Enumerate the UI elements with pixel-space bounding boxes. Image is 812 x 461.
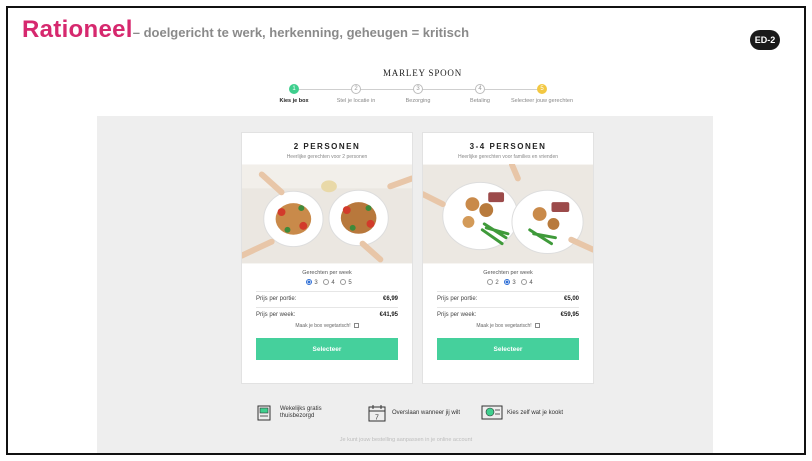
price-per-portion-row: Prijs per portie: €6,99 [256, 296, 398, 302]
slide-title-strong: Rationeel [22, 16, 133, 43]
recipe-card-icon [481, 405, 503, 420]
price-per-portion-value: €6,99 [382, 296, 398, 302]
step-dot: 4 [475, 84, 485, 94]
divider [256, 307, 398, 308]
price-per-week-row: Prijs per week: €59,95 [437, 312, 579, 318]
feature-text-line: Wekelijks gratis [280, 406, 322, 412]
price-per-portion-label: Prijs per portie: [437, 296, 478, 302]
step-bezorging[interactable]: 3 Bezorging [386, 84, 450, 105]
radio-option[interactable] [340, 279, 347, 285]
account-footnote: Je kunt jouw bestelling aanpassen in je … [339, 437, 473, 443]
divider [437, 307, 579, 308]
price-per-week-value: €59,95 [560, 312, 579, 318]
price-per-week-label: Prijs per week: [256, 312, 296, 318]
radio-option[interactable] [521, 279, 528, 285]
slide-title-rest: – doelgericht te werk, herkenning, geheu… [132, 25, 470, 40]
feature-delivery: Wekelijks gratis thuisbezorgd [254, 404, 322, 422]
select-button[interactable]: Selecteer [256, 338, 398, 360]
card-subtitle: Heerlijke gerechten voor 2 personen [286, 154, 368, 160]
radio-option[interactable] [504, 279, 511, 285]
vegetarian-label: Maak je box vegetarisch! [476, 323, 532, 329]
checkout-stepper: 1 Kies je box 2 Stel je locatie in 3 Bez… [262, 84, 574, 114]
radio-option-label: 3 [512, 280, 516, 286]
feature-text: Kies zelf wat je kookt [507, 409, 564, 416]
vegetarian-option: Maak je box vegetarisch! [423, 323, 593, 329]
plan-card-3-4-personen: 3-4 PERSONEN Heerlijke gerechten voor fa… [422, 132, 594, 384]
step-dot: 5 [537, 84, 547, 94]
calendar-icon: 7 [368, 405, 386, 422]
brand-logo: MARLEY SPOON [383, 68, 463, 78]
radio-option[interactable] [306, 279, 313, 285]
step-locatie[interactable]: 2 Stel je locatie in [324, 84, 388, 105]
price-per-portion-label: Prijs per portie: [256, 296, 297, 302]
meals-per-week-label: Gerechten per week [302, 270, 352, 276]
feature-choose: Kies zelf wat je kookt [481, 404, 563, 422]
radio-option-label: 4 [529, 280, 533, 286]
feature-skip: 7 Overslaan wanneer jij wilt [366, 404, 460, 422]
step-label: Betaling [470, 98, 490, 104]
meal-photo [423, 164, 593, 264]
step-label: Selecteer jouw gerechten [510, 98, 574, 104]
feature-text-line: thuisbezorgd [280, 413, 315, 419]
meals-per-week-options: 2 3 4 [423, 279, 593, 286]
delivery-box-icon [257, 405, 271, 421]
radio-option-label: 4 [331, 280, 335, 286]
step-kies-je-box[interactable]: 1 Kies je box [262, 84, 326, 105]
step-dot: 3 [413, 84, 423, 94]
step-dot: 2 [351, 84, 361, 94]
price-per-portion-row: Prijs per portie: €5,00 [437, 296, 579, 302]
vegetarian-option: Maak je box vegetarisch! [242, 323, 412, 329]
price-per-week-value: €41,95 [379, 312, 398, 318]
step-betaling[interactable]: 4 Betaling [448, 84, 512, 105]
feature-text: Wekelijks gratis thuisbezorgd [280, 406, 322, 420]
radio-option-label: 3 [314, 280, 318, 286]
radio-option[interactable] [323, 279, 330, 285]
divider [437, 291, 579, 292]
feature-text: Overslaan wanneer jij wilt [392, 409, 461, 416]
radio-option-label: 2 [495, 280, 499, 286]
vegetarian-label: Maak je box vegetarisch! [295, 323, 351, 329]
step-selecteer-gerechten[interactable]: 5 Selecteer jouw gerechten [510, 84, 574, 105]
step-label: Bezorging [405, 98, 431, 104]
meals-per-week-options: 3 4 5 [242, 279, 412, 286]
meals-per-week-label: Gerechten per week [483, 270, 533, 276]
plan-card-2-personen: 2 PERSONEN Heerlijke gerechten voor 2 pe… [241, 132, 413, 384]
radio-option-label: 5 [348, 280, 352, 286]
price-per-week-label: Prijs per week: [437, 312, 477, 318]
step-label: Stel je locatie in [336, 98, 376, 104]
slide-badge: ED-2 [750, 30, 780, 50]
divider [256, 291, 398, 292]
card-subtitle: Heerlijke gerechten voor families en vri… [457, 154, 559, 160]
features-row: Wekelijks gratis thuisbezorgd 7 Overslaa… [0, 404, 812, 424]
slide-title: Rationeel– doelgericht te werk, herkenni… [22, 16, 469, 44]
select-button[interactable]: Selecteer [437, 338, 579, 360]
card-title: 2 PERSONEN [293, 142, 361, 151]
step-dot: 1 [289, 84, 299, 94]
card-title: 3-4 PERSONEN [469, 142, 547, 151]
step-label: Kies je box [279, 98, 309, 104]
vegetarian-checkbox[interactable] [353, 323, 359, 328]
radio-option[interactable] [487, 279, 494, 285]
price-per-week-row: Prijs per week: €41,95 [256, 312, 398, 318]
meal-photo [242, 164, 412, 264]
price-per-portion-value: €5,00 [563, 296, 579, 302]
vegetarian-checkbox[interactable] [534, 323, 540, 328]
svg-text:7: 7 [375, 415, 379, 422]
